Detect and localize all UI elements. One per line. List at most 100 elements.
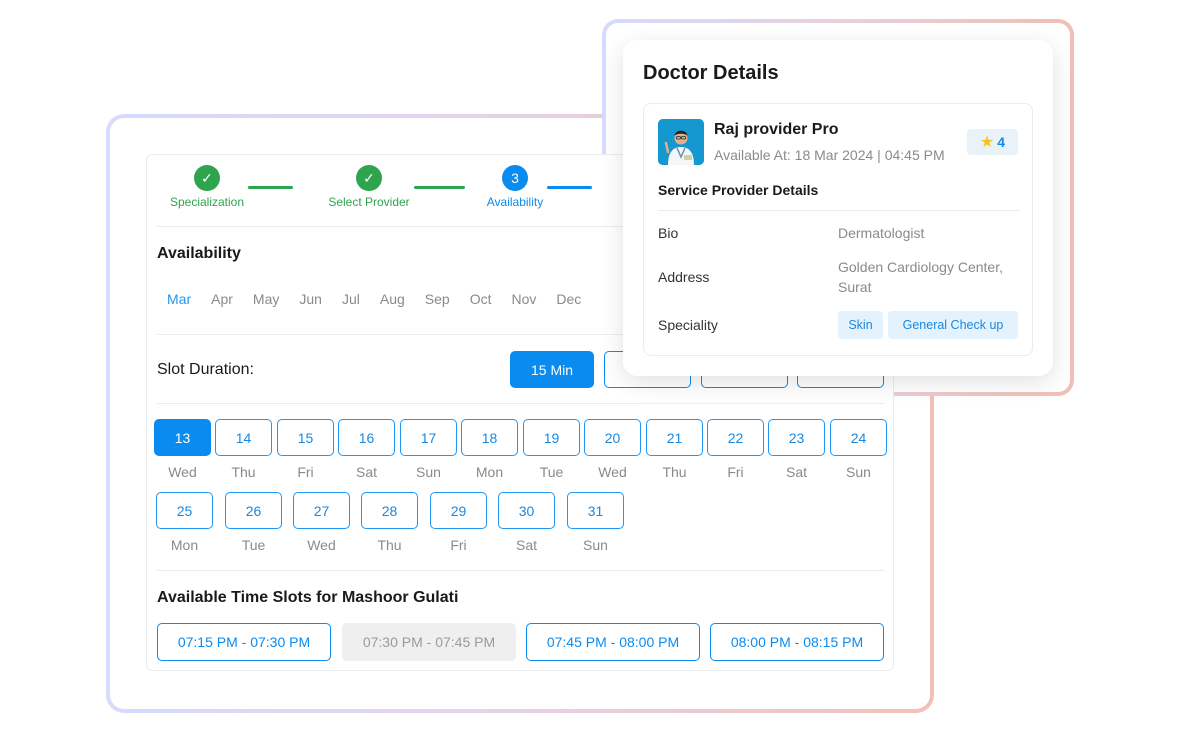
doctor-photo-icon bbox=[658, 119, 704, 165]
month-mar[interactable]: Mar bbox=[167, 291, 191, 307]
doctor-info-panel: Raj provider Pro Available At: 18 Mar 20… bbox=[643, 103, 1033, 356]
day-label: Sat bbox=[355, 464, 377, 480]
date-button-20[interactable]: 20 bbox=[584, 419, 641, 456]
step-number-icon: 3 bbox=[502, 165, 528, 191]
date-cell: 20 Wed bbox=[584, 419, 641, 480]
date-cell: 31 Sun bbox=[567, 492, 624, 553]
date-button-22[interactable]: 22 bbox=[707, 419, 764, 456]
month-sep[interactable]: Sep bbox=[425, 291, 450, 307]
day-label: Fri bbox=[297, 464, 314, 480]
date-button-27[interactable]: 27 bbox=[293, 492, 350, 529]
divider bbox=[157, 570, 885, 571]
month-may[interactable]: May bbox=[253, 291, 279, 307]
doctor-availability: Available At: 18 Mar 2024 | 04:45 PM bbox=[714, 147, 945, 163]
step-select-provider[interactable]: ✓ Select Provider bbox=[309, 165, 429, 209]
date-cell: 28 Thu bbox=[361, 492, 418, 553]
bio-label: Bio bbox=[658, 225, 679, 241]
date-button-23[interactable]: 23 bbox=[768, 419, 825, 456]
time-slot-button[interactable]: 07:15 PM - 07:30 PM bbox=[157, 623, 331, 661]
date-cell: 27 Wed bbox=[293, 492, 350, 553]
duration-15-min-button[interactable]: 15 Min bbox=[510, 351, 594, 388]
month-apr[interactable]: Apr bbox=[211, 291, 233, 307]
slot-duration-label: Slot Duration: bbox=[157, 361, 254, 378]
date-cell: 21 Thu bbox=[646, 419, 703, 480]
day-label: Wed bbox=[168, 464, 197, 480]
date-cell: 16 Sat bbox=[338, 419, 395, 480]
step-label: Select Provider bbox=[328, 195, 410, 209]
doctor-details-card: Doctor Details Raj provider Pro Availabl… bbox=[623, 40, 1053, 376]
date-cell: 17 Sun bbox=[400, 419, 457, 480]
date-button-13[interactable]: 13 bbox=[154, 419, 211, 456]
check-icon: ✓ bbox=[356, 165, 382, 191]
date-cell: 18 Mon bbox=[461, 419, 518, 480]
doctor-avatar bbox=[658, 119, 704, 165]
date-cell: 13 Wed bbox=[154, 419, 211, 480]
day-label: Thu bbox=[662, 464, 687, 480]
day-label: Wed bbox=[307, 537, 336, 553]
date-button-25[interactable]: 25 bbox=[156, 492, 213, 529]
step-specialization[interactable]: ✓ Specialization bbox=[157, 165, 257, 209]
step-connector bbox=[414, 186, 465, 189]
rating-badge: ★ 4 bbox=[967, 129, 1018, 155]
date-button-24[interactable]: 24 bbox=[830, 419, 887, 456]
time-slot-button[interactable]: 08:00 PM - 08:15 PM bbox=[710, 623, 884, 661]
rating-value: 4 bbox=[997, 134, 1006, 150]
day-label: Tue bbox=[241, 537, 266, 553]
day-label: Wed bbox=[598, 464, 627, 480]
date-cell: 19 Tue bbox=[523, 419, 580, 480]
address-line-2: Surat bbox=[838, 279, 872, 295]
month-nov[interactable]: Nov bbox=[511, 291, 536, 307]
day-label: Sat bbox=[515, 537, 537, 553]
month-dec[interactable]: Dec bbox=[556, 291, 581, 307]
date-button-26[interactable]: 26 bbox=[225, 492, 282, 529]
doctor-name: Raj provider Pro bbox=[714, 121, 839, 138]
star-icon: ★ bbox=[979, 134, 995, 151]
day-label: Tue bbox=[539, 464, 564, 480]
date-button-16[interactable]: 16 bbox=[338, 419, 395, 456]
date-cell: 22 Fri bbox=[707, 419, 764, 480]
date-button-28[interactable]: 28 bbox=[361, 492, 418, 529]
step-connector bbox=[248, 186, 293, 189]
bio-value: Dermatologist bbox=[838, 225, 925, 241]
service-provider-title: Service Provider Details bbox=[658, 182, 819, 198]
date-cell: 29 Fri bbox=[430, 492, 487, 553]
speciality-label: Speciality bbox=[658, 317, 718, 333]
divider bbox=[157, 403, 885, 404]
speciality-tag: General Check up bbox=[888, 311, 1018, 339]
day-label: Sun bbox=[583, 537, 608, 553]
date-button-18[interactable]: 18 bbox=[461, 419, 518, 456]
date-button-14[interactable]: 14 bbox=[215, 419, 272, 456]
availability-title: Availability bbox=[157, 245, 241, 262]
date-button-17[interactable]: 17 bbox=[400, 419, 457, 456]
divider bbox=[658, 210, 1020, 211]
month-oct[interactable]: Oct bbox=[470, 291, 492, 307]
time-slots-title: Available Time Slots for Mashoor Gulati bbox=[157, 589, 459, 606]
address-label: Address bbox=[658, 269, 710, 285]
date-cell: 25 Mon bbox=[156, 492, 213, 553]
time-slot-button[interactable]: 07:45 PM - 08:00 PM bbox=[526, 623, 700, 661]
day-label: Mon bbox=[170, 537, 199, 553]
step-connector bbox=[547, 186, 592, 189]
date-button-30[interactable]: 30 bbox=[498, 492, 555, 529]
day-label: Thu bbox=[231, 464, 256, 480]
date-cell: 30 Sat bbox=[498, 492, 555, 553]
day-label: Sun bbox=[846, 464, 871, 480]
date-cell: 14 Thu bbox=[215, 419, 272, 480]
day-label: Sun bbox=[416, 464, 441, 480]
date-button-31[interactable]: 31 bbox=[567, 492, 624, 529]
month-jul[interactable]: Jul bbox=[342, 291, 360, 307]
date-cell: 24 Sun bbox=[830, 419, 887, 480]
address-line-1: Golden Cardiology Center, bbox=[838, 259, 1003, 275]
date-button-19[interactable]: 19 bbox=[523, 419, 580, 456]
day-label: Mon bbox=[475, 464, 504, 480]
date-button-21[interactable]: 21 bbox=[646, 419, 703, 456]
date-button-29[interactable]: 29 bbox=[430, 492, 487, 529]
time-slot-button-disabled: 07:30 PM - 07:45 PM bbox=[342, 623, 516, 661]
day-label: Thu bbox=[377, 537, 402, 553]
date-button-15[interactable]: 15 bbox=[277, 419, 334, 456]
month-aug[interactable]: Aug bbox=[380, 291, 405, 307]
date-cell: 15 Fri bbox=[277, 419, 334, 480]
month-jun[interactable]: Jun bbox=[299, 291, 322, 307]
doctor-details-title: Doctor Details bbox=[643, 62, 779, 84]
date-cell: 26 Tue bbox=[225, 492, 282, 553]
